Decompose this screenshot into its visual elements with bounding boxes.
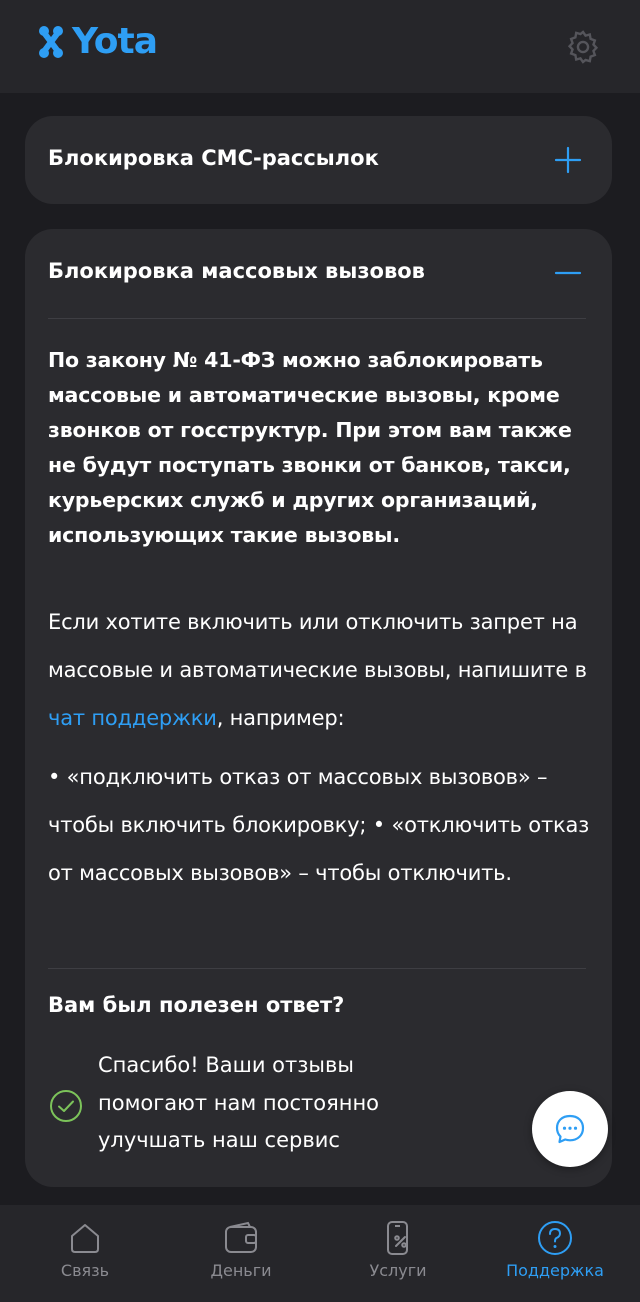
accordion-title[interactable]: Блокировка массовых вызовов: [48, 259, 425, 283]
yota-logo[interactable]: Yota: [36, 21, 158, 62]
divider: [48, 968, 586, 969]
feedback-thanks-text: Спасибо! Ваши отзывы помогают нам постоя…: [98, 1053, 380, 1152]
gear-icon[interactable]: [564, 28, 602, 66]
app-header: Yota: [0, 0, 640, 93]
accordion-mass-calls-blocking: Блокировка массовых вызовов По закону № …: [25, 229, 612, 1187]
accordion-sms-blocking[interactable]: Блокировка СМС-рассылок: [25, 116, 612, 204]
nav-label: Поддержка: [506, 1261, 604, 1280]
chat-button[interactable]: [532, 1091, 608, 1167]
minus-icon[interactable]: [553, 258, 583, 288]
nav-item-services[interactable]: Услуги: [318, 1205, 478, 1302]
wallet-icon: [225, 1221, 257, 1253]
plus-icon[interactable]: [553, 145, 583, 175]
instructions-text-part: Если хотите включить или отключить запре…: [48, 610, 587, 682]
home-icon: [71, 1224, 99, 1253]
support-chat-link[interactable]: чат поддержки: [48, 706, 217, 730]
bottom-navigation: Связь Деньги Услуги Поддержка: [0, 1205, 640, 1302]
chat-bubble-icon: [555, 1114, 585, 1144]
feedback-question: Вам был полезен ответ?: [48, 993, 345, 1017]
nav-item-connection[interactable]: Связь: [5, 1205, 165, 1302]
law-info-text: По закону № 41-ФЗ можно заблокировать ма…: [48, 348, 572, 547]
nav-label: Связь: [60, 1261, 110, 1280]
nav-item-support[interactable]: Поддержка: [475, 1205, 635, 1302]
nav-label: Деньги: [210, 1261, 272, 1280]
nav-item-money[interactable]: Деньги: [161, 1205, 321, 1302]
divider: [48, 318, 586, 319]
yota-logo-icon: [39, 26, 63, 58]
check-circle-icon: [50, 1090, 82, 1122]
instructions-text: Если хотите включить или отключить запре…: [48, 598, 608, 742]
nav-label: Услуги: [369, 1261, 427, 1280]
services-icon: [387, 1221, 408, 1255]
instructions-text-part: , например:: [216, 706, 345, 730]
logo-text: Yota: [72, 21, 158, 62]
question-circle-icon: [538, 1221, 572, 1255]
bullet-list: • «подключить отказ от массовых вызовов»…: [48, 753, 608, 897]
accordion-title: Блокировка СМС-рассылок: [48, 146, 379, 170]
